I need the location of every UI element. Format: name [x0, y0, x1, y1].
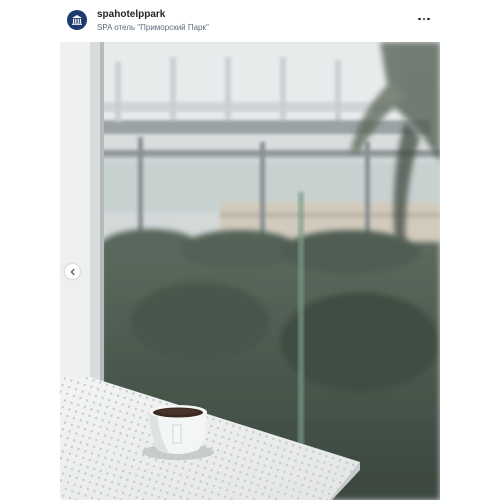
dot: [418, 17, 421, 21]
username[interactable]: spahotelppark: [97, 9, 165, 20]
carousel-prev-button[interactable]: [65, 264, 80, 279]
hotel-logo-icon: [72, 15, 82, 25]
photo-image: [60, 42, 440, 500]
instagram-post: spahotelppark SPA отель "Приморский Парк…: [0, 0, 500, 500]
avatar[interactable]: [67, 10, 87, 30]
more-options-icon[interactable]: [417, 12, 431, 26]
location-label[interactable]: SPA отель "Приморский Парк": [97, 23, 209, 32]
dot: [422, 17, 426, 21]
post-photo[interactable]: [60, 42, 440, 500]
chevron-left-icon: [69, 268, 75, 275]
dot: [427, 17, 430, 21]
post-header: spahotelppark SPA отель "Приморский Парк…: [0, 0, 500, 42]
